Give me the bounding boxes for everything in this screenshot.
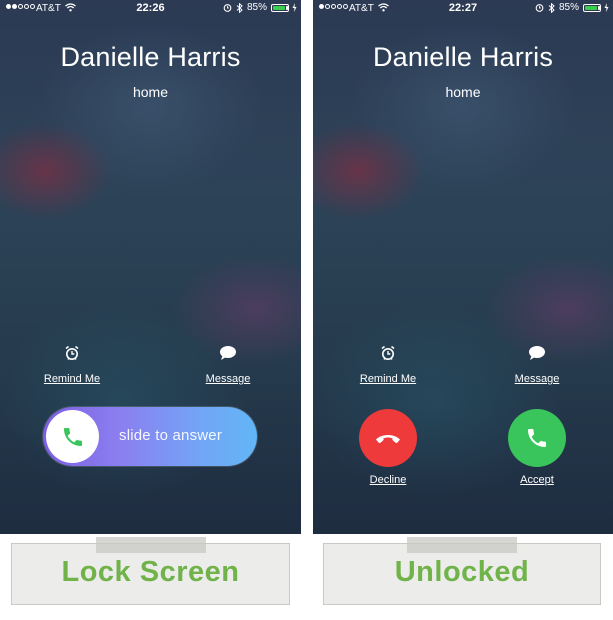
caption-text: Unlocked (394, 556, 530, 588)
charging-bolt-icon (604, 3, 609, 12)
battery-level-fill (273, 5, 285, 10)
caller-number-label: home (132, 84, 169, 100)
tape-strip (407, 537, 517, 553)
remind-me-label: Remind Me (43, 373, 101, 385)
slider-label: slide to answer (119, 427, 223, 444)
bluetooth-icon (548, 2, 555, 13)
caller-name: Danielle Harris (60, 42, 241, 72)
tape-strip (95, 537, 206, 553)
alarm-icon (535, 4, 544, 12)
message-button[interactable]: Message (183, 345, 273, 385)
decline-label: Decline (369, 474, 407, 486)
status-bar: AT&T 22:27 85% (313, 0, 613, 18)
lock-screen-phone: AT&T 22:26 85% Danielle Harris home Remi… (0, 0, 301, 534)
message-button[interactable]: Message (492, 345, 582, 385)
speech-bubble-icon (220, 346, 236, 360)
battery-level-fill (585, 5, 597, 10)
remind-me-button[interactable]: Remind Me (343, 345, 433, 385)
caller-name: Danielle Harris (372, 42, 554, 72)
accept-label: Accept (520, 474, 554, 486)
phone-handset-icon (528, 429, 546, 447)
battery-icon (271, 3, 289, 12)
phone-handset-icon (63, 427, 82, 446)
battery-icon (583, 3, 601, 12)
remind-me-button[interactable]: Remind Me (27, 345, 117, 385)
remind-me-label: Remind Me (359, 373, 417, 385)
lock-screen-caption: Lock Screen (11, 537, 290, 605)
unlocked-phone: AT&T 22:27 85% Danielle Harris home Remi… (313, 0, 613, 534)
status-bar: AT&T 22:26 85% (0, 0, 301, 18)
message-label: Message (514, 373, 560, 385)
decline-button[interactable] (359, 409, 417, 467)
charging-bolt-icon (292, 3, 297, 12)
slide-to-answer-slider[interactable]: slide to answer (43, 407, 257, 466)
message-label: Message (205, 373, 251, 385)
speech-bubble-icon (529, 346, 545, 360)
hang-up-icon (376, 435, 400, 443)
alarm-icon (223, 4, 232, 12)
accept-button[interactable] (508, 409, 566, 467)
slider-knob[interactable] (46, 410, 99, 463)
alarm-clock-icon (65, 345, 79, 360)
battery-percent: 85% (246, 2, 267, 13)
caption-text: Lock Screen (61, 556, 240, 588)
battery-percent: 85% (558, 2, 579, 13)
caller-number-label: home (445, 84, 481, 100)
comparison-figure: AT&T 22:26 85% Danielle Harris home Remi… (0, 0, 613, 620)
bluetooth-icon (236, 2, 243, 13)
alarm-clock-icon (381, 345, 395, 360)
unlocked-caption: Unlocked (323, 537, 601, 605)
